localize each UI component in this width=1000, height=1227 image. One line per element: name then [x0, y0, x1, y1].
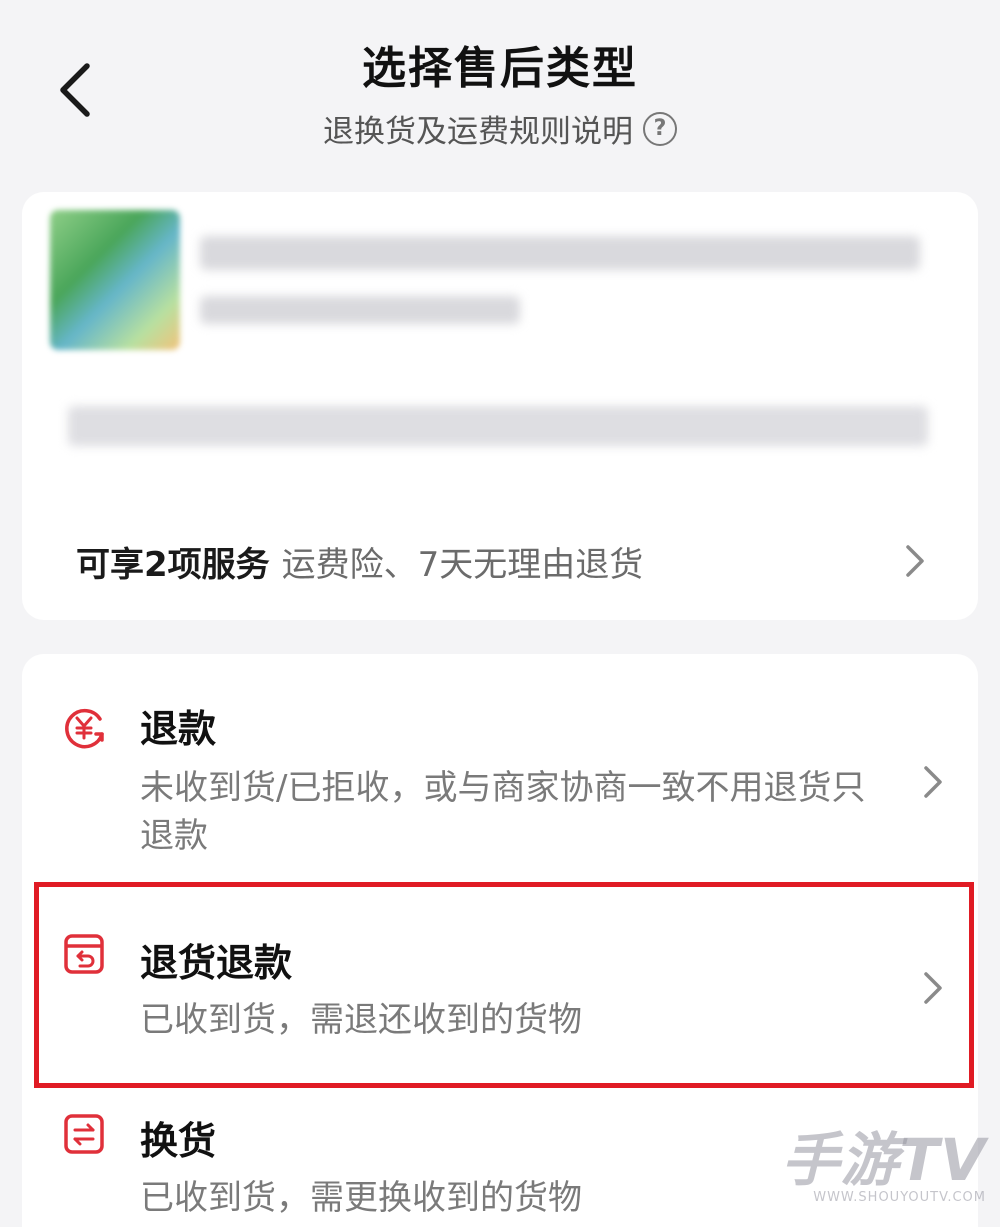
services-row[interactable]: 可享2项服务 运费险、7天无理由退货 — [44, 524, 956, 598]
option-description: 未收到货/已拒收，或与商家协商一致不用退货只退款 — [140, 768, 866, 856]
refund-yen-icon — [65, 708, 104, 749]
services-detail: 运费险、7天无理由退货 — [281, 544, 644, 585]
exchange-icon — [64, 1114, 104, 1154]
return-box-icon — [64, 934, 104, 974]
order-info-blurred — [68, 406, 928, 446]
page-title: 选择售后类型 — [362, 43, 638, 94]
option-exchange[interactable]: 换货 已收到货，需更换收到的货物 — [22, 1094, 978, 1227]
option-return-refund[interactable]: 退货退款 已收到货，需退还收到的货物 — [22, 904, 978, 1074]
product-card: 可享2项服务 运费险、7天无理由退货 — [22, 192, 978, 620]
services-count: 可享2项服务 — [76, 544, 270, 585]
option-title: 退货退款 — [140, 941, 293, 985]
after-sales-options: 退款 未收到货/已拒收，或与商家协商一致不用退货只退款 退货退款 已收到货，需退… — [22, 654, 978, 1227]
chevron-right-icon — [924, 766, 942, 798]
product-thumbnail — [50, 210, 180, 350]
return-rules-link[interactable]: 退换货及运费规则说明 ? — [0, 106, 1000, 151]
option-description: 已收到货，需更换收到的货物 — [140, 1178, 582, 1218]
option-description: 已收到货，需退还收到的货物 — [140, 1000, 582, 1040]
product-title-blurred — [200, 236, 920, 270]
option-title: 退款 — [140, 707, 217, 751]
return-rules-label: 退换货及运费规则说明 — [323, 114, 633, 150]
product-spec-blurred — [200, 296, 520, 324]
top-bar: 选择售后类型 退换货及运费规则说明 ? — [0, 0, 1000, 170]
option-title: 换货 — [140, 1119, 217, 1163]
chevron-right-icon — [924, 972, 942, 1004]
option-refund[interactable]: 退款 未收到货/已拒收，或与商家协商一致不用退货只退款 — [22, 678, 978, 878]
chevron-right-icon — [906, 545, 924, 577]
help-icon: ? — [643, 111, 677, 146]
after-sales-type-page: 选择售后类型 退换货及运费规则说明 ? 可享2项服务 运费险、7天无理由退货 退… — [0, 0, 1000, 1227]
